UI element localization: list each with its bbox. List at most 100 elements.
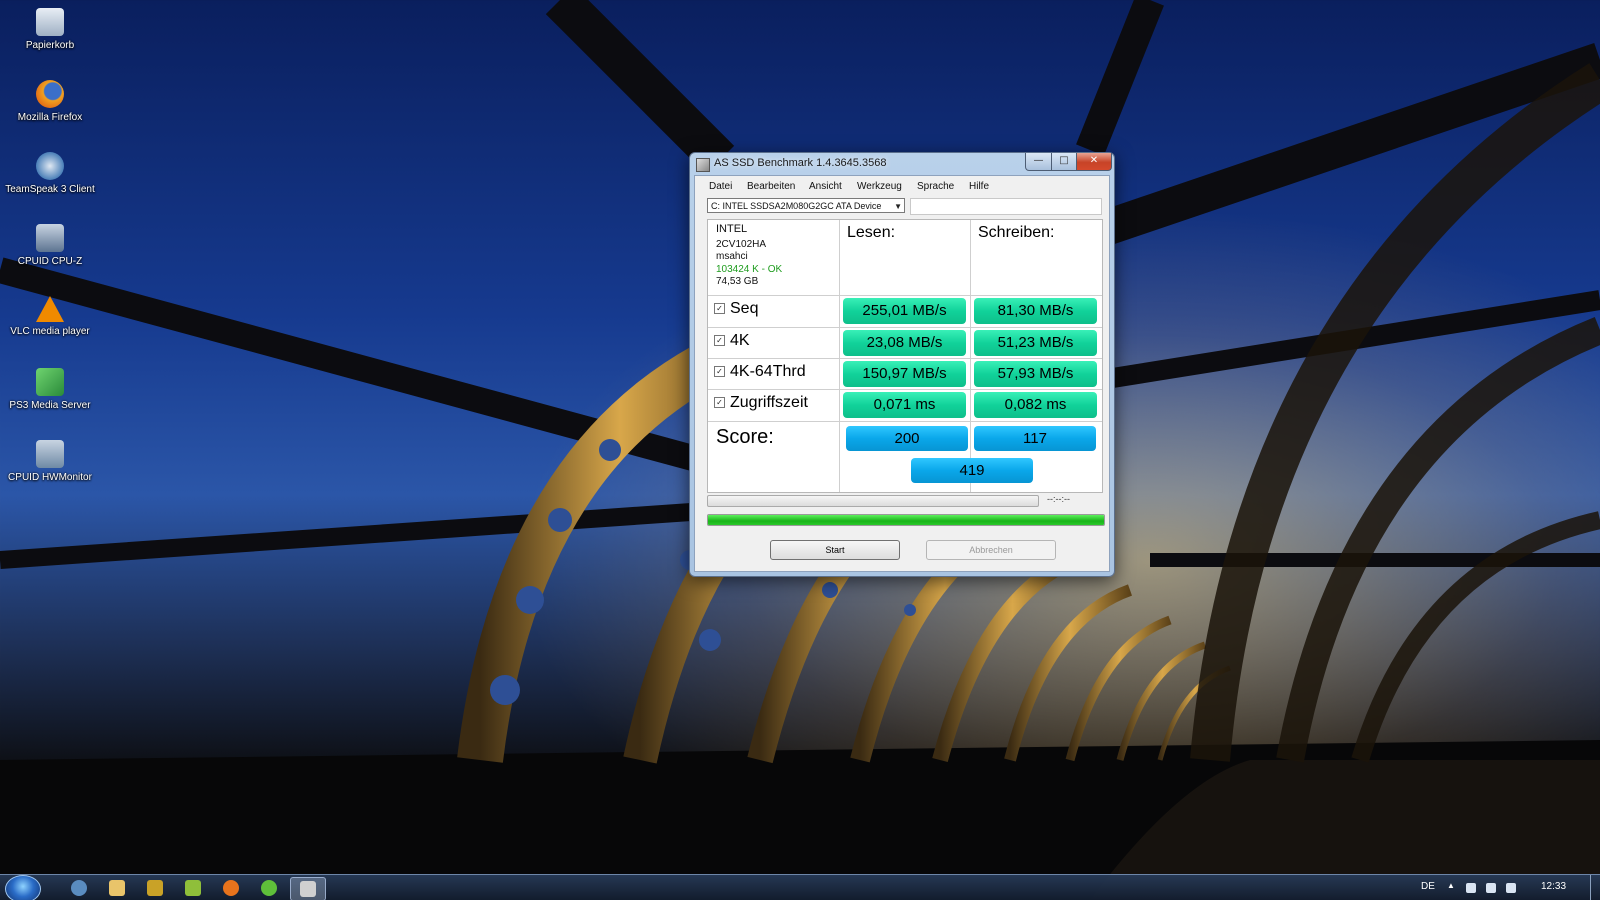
start-button[interactable] <box>5 875 41 900</box>
desktop-icon-label: PS3 Media Server <box>9 400 91 411</box>
utility-icon <box>185 880 201 896</box>
seq-checkbox[interactable]: ✓ <box>714 303 725 314</box>
menu-bar: Datei Bearbeiten Ansicht Werkzeug Sprach… <box>695 176 1109 196</box>
divider <box>708 421 1102 422</box>
row-label: Zugriffszeit <box>730 394 808 411</box>
access-time-checkbox[interactable]: ✓ <box>714 397 725 408</box>
drive-size: 74,53 GB <box>716 276 759 287</box>
clock[interactable]: 12:33 <box>1541 881 1566 892</box>
vlc-icon <box>36 296 64 322</box>
menu-datei[interactable]: Datei <box>709 181 732 192</box>
row-seq: ✓ Seq <box>714 300 758 318</box>
menu-ansicht[interactable]: Ansicht <box>809 181 842 192</box>
title-bar[interactable]: AS SSD Benchmark 1.4.3645.3568 — □ ✕ <box>690 153 1114 175</box>
read-score: 200 <box>846 426 968 451</box>
chevron-down-icon: ▼ <box>894 202 902 211</box>
explorer-icon <box>109 880 125 896</box>
menu-bearbeiten[interactable]: Bearbeiten <box>747 181 795 192</box>
ps3-media-server-icon <box>36 368 64 396</box>
desktop-icon-label: TeamSpeak 3 Client <box>5 184 95 195</box>
4k-64thrd-write-value: 57,93 MB/s <box>974 361 1097 387</box>
minimize-button[interactable]: — <box>1025 153 1052 171</box>
window-client-area: Datei Bearbeiten Ansicht Werkzeug Sprach… <box>694 175 1110 572</box>
status-field <box>910 198 1102 215</box>
winamp-icon <box>147 880 163 896</box>
taskbar-app-explorer[interactable] <box>100 877 134 899</box>
hwmonitor-icon <box>36 440 64 468</box>
utorrent-icon <box>261 880 277 896</box>
maximize-button[interactable]: □ <box>1051 153 1077 171</box>
seq-write-value: 81,30 MB/s <box>974 298 1097 324</box>
start-button[interactable]: Start <box>770 540 900 560</box>
taskbar-app-utility[interactable] <box>176 877 210 899</box>
divider <box>970 220 971 492</box>
divider <box>708 389 1102 390</box>
write-header: Schreiben: <box>978 224 1055 241</box>
taskbar-app-utorrent[interactable] <box>252 877 286 899</box>
desktop-icon-cpuz[interactable]: CPUID CPU-Z <box>2 220 98 286</box>
firefox-taskbar-icon <box>223 880 239 896</box>
drive-info: INTEL 2CV102HA msahci 103424 K - OK 74,5… <box>716 223 782 289</box>
4k-64thrd-checkbox[interactable]: ✓ <box>714 366 725 377</box>
test-progress-bar <box>707 495 1039 507</box>
teamspeak-icon <box>36 152 64 180</box>
desktop-icon-vlc[interactable]: VLC media player <box>2 292 98 358</box>
desktop-icon-label: Papierkorb <box>25 40 75 51</box>
row-label: 4K <box>730 332 750 349</box>
menu-hilfe[interactable]: Hilfe <box>969 181 989 192</box>
desktop-icon-label: Mozilla Firefox <box>17 112 83 123</box>
score-label: Score: <box>716 426 774 448</box>
show-desktop-button[interactable] <box>1590 875 1600 900</box>
desktop-icon-ps3-media-server[interactable]: PS3 Media Server <box>2 364 98 430</box>
desktop-icon-hwmonitor[interactable]: CPUID HWMonitor <box>2 436 98 502</box>
volume-icon[interactable] <box>1506 883 1516 893</box>
taskbar-app-winamp[interactable] <box>138 877 172 899</box>
row-4k: ✓ 4K <box>714 332 750 350</box>
desktop-icon-firefox[interactable]: Mozilla Firefox <box>2 76 98 142</box>
row-label: Seq <box>730 300 759 317</box>
seq-read-value: 255,01 MB/s <box>843 298 966 324</box>
drive-select-value: C: INTEL SSDSA2M080G2GC ATA Device <box>711 201 882 211</box>
flag-icon[interactable] <box>1466 883 1476 893</box>
desktop-icon-teamspeak[interactable]: TeamSpeak 3 Client <box>2 148 98 214</box>
row-label: 4K-64Thrd <box>730 363 806 380</box>
results-panel: INTEL 2CV102HA msahci 103424 K - OK 74,5… <box>707 219 1103 493</box>
4k-write-value: 51,23 MB/s <box>974 330 1097 356</box>
taskbar-app-firefox[interactable] <box>214 877 248 899</box>
access-time-write-value: 0,082 ms <box>974 392 1097 418</box>
taskbar-app-teamspeak[interactable] <box>62 877 96 899</box>
cpuz-icon <box>36 224 64 252</box>
drive-select[interactable]: C: INTEL SSDSA2M080G2GC ATA Device ▼ <box>707 198 905 213</box>
total-progress-bar <box>707 514 1105 526</box>
elapsed-time: --:--:-- <box>1047 494 1070 504</box>
recycle-bin-icon <box>36 8 64 36</box>
firefox-icon <box>36 80 64 108</box>
teamspeak-taskbar-icon <box>71 880 87 896</box>
4k-checkbox[interactable]: ✓ <box>714 335 725 346</box>
network-icon[interactable] <box>1486 883 1496 893</box>
total-score: 419 <box>911 458 1033 483</box>
as-ssd-window[interactable]: AS SSD Benchmark 1.4.3645.3568 — □ ✕ Dat… <box>689 152 1115 577</box>
menu-werkzeug[interactable]: Werkzeug <box>857 181 902 192</box>
access-time-read-value: 0,071 ms <box>843 392 966 418</box>
taskbar-app-as-ssd[interactable] <box>290 877 326 900</box>
drive-alignment: 103424 K - OK <box>716 263 783 275</box>
menu-sprache[interactable]: Sprache <box>917 181 954 192</box>
show-hidden-icons[interactable]: ▲ <box>1447 881 1455 890</box>
row-access-time: ✓ Zugriffszeit <box>714 394 808 412</box>
desktop-icon-recycle-bin[interactable]: Papierkorb <box>2 4 98 70</box>
taskbar: DE ▲ 12:33 <box>0 874 1600 900</box>
close-button[interactable]: ✕ <box>1076 153 1112 171</box>
as-ssd-taskbar-icon <box>300 881 316 897</box>
language-indicator[interactable]: DE <box>1421 881 1435 892</box>
total-progress-fill <box>708 515 1104 525</box>
drive-driver: msahci <box>716 251 748 262</box>
desktop-icon-label: CPUID CPU-Z <box>17 256 83 267</box>
desktop-icon-label: VLC media player <box>10 326 90 337</box>
read-header: Lesen: <box>847 224 896 241</box>
4k-read-value: 23,08 MB/s <box>843 330 966 356</box>
divider <box>708 327 1102 328</box>
divider <box>708 358 1102 359</box>
cancel-button[interactable]: Abbrechen <box>926 540 1056 560</box>
drive-brand: INTEL <box>716 223 748 235</box>
